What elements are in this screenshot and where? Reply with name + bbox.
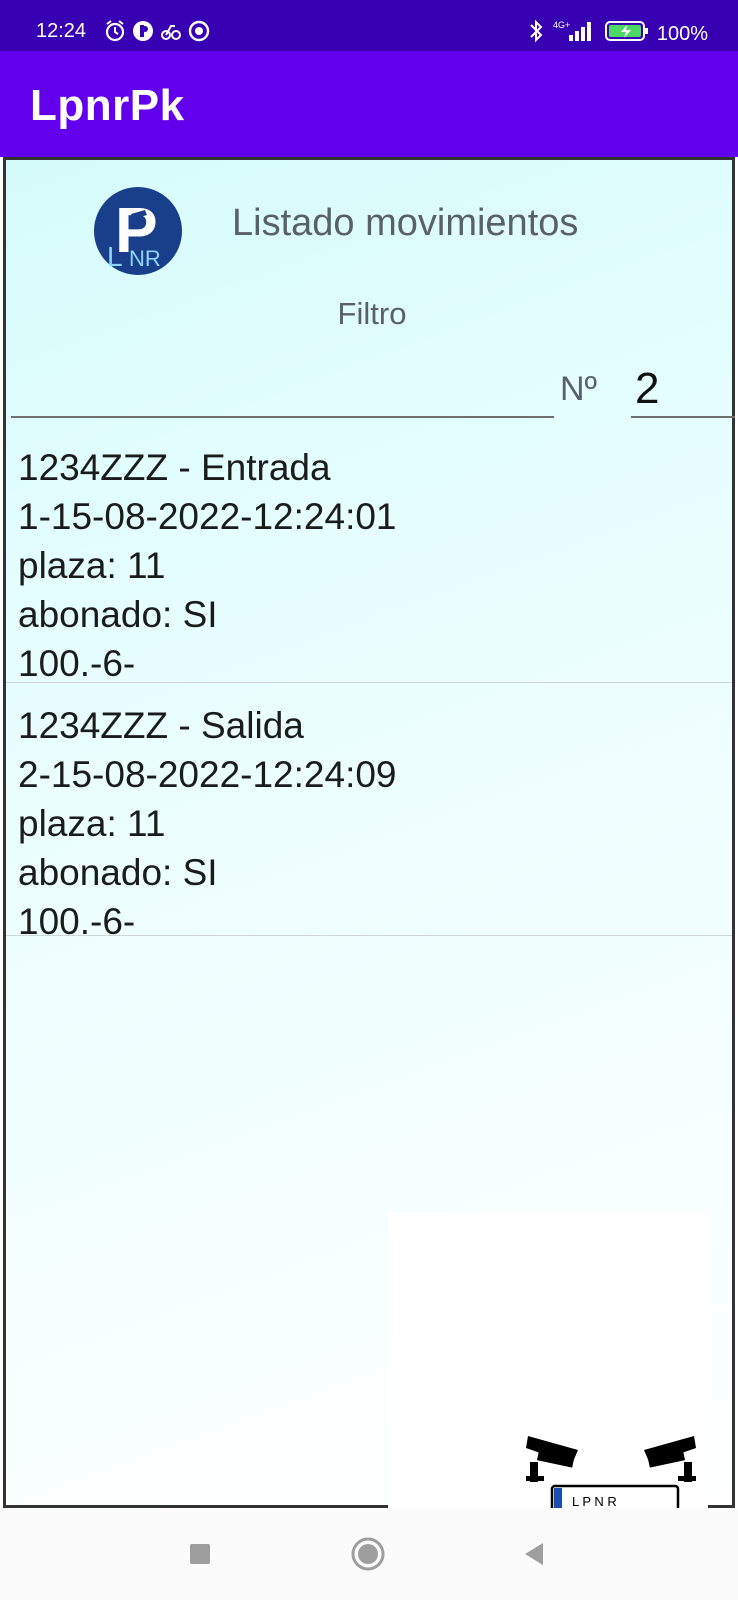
- filter-input[interactable]: [11, 358, 554, 418]
- recent-apps-button[interactable]: [182, 1536, 218, 1572]
- app-bar: LpnrPk: [0, 51, 738, 157]
- network-type: 4G+: [553, 20, 570, 30]
- battery-icon: [604, 19, 649, 49]
- app-title: LpnrPk: [30, 81, 185, 130]
- navigation-bar: [0, 1508, 738, 1600]
- list-item[interactable]: 1234ZZZ - Salida 2-15-08-2022-12:24:09 p…: [6, 683, 732, 942]
- app-notification-icon: [132, 20, 154, 42]
- movements-list: 1234ZZZ - Entrada 1-15-08-2022-12:24:01 …: [6, 425, 732, 942]
- content-area: P L NR Listado movimientos Filtro Nº 2 1…: [3, 157, 735, 1600]
- back-button[interactable]: [516, 1536, 552, 1572]
- status-bar: 12:24 4G+ 100%: [0, 0, 738, 51]
- screen-title: Listado movimientos: [232, 202, 579, 244]
- alarm-icon: [104, 20, 126, 42]
- battery-percent: 100%: [656, 22, 708, 45]
- movement-timestamp: 1-15-08-2022-12:24:01: [18, 496, 397, 537]
- camera-icon: [526, 1436, 578, 1482]
- movement-code: 100.-6-: [18, 901, 136, 942]
- bike-icon: [160, 20, 182, 42]
- movement-abonado: abonado: SI: [18, 852, 218, 893]
- status-right: 4G+ 100%: [527, 19, 708, 49]
- back-triangle-icon: [525, 1543, 543, 1565]
- number-label: Nº: [560, 370, 597, 408]
- movement-header: 1234ZZZ - Entrada: [18, 447, 331, 488]
- movement-abonado: abonado: SI: [18, 594, 218, 635]
- square-icon: [190, 1544, 210, 1564]
- plate-text: L P N R: [572, 1494, 617, 1509]
- circle-icon: [351, 1537, 385, 1571]
- movement-header: 1234ZZZ - Salida: [18, 705, 304, 746]
- movement-plaza: plaza: 11: [18, 803, 166, 844]
- location-target-icon: [188, 20, 210, 42]
- status-time: 12:24: [36, 20, 87, 42]
- filter-label: Filtro: [337, 296, 407, 331]
- bluetooth-icon: [527, 19, 545, 49]
- svg-text:L: L: [107, 241, 123, 272]
- movement-timestamp: 2-15-08-2022-12:24:09: [18, 754, 397, 795]
- camera-icon: [644, 1436, 696, 1482]
- lpnr-logo: P L NR: [93, 186, 183, 276]
- movement-code: 100.-6-: [18, 643, 136, 684]
- signal-icon: 4G+: [553, 19, 597, 49]
- svg-text:NR: NR: [129, 246, 161, 271]
- notification-icons: [104, 20, 210, 42]
- number-input[interactable]: 2: [631, 358, 735, 418]
- list-item[interactable]: 1234ZZZ - Entrada 1-15-08-2022-12:24:01 …: [6, 425, 732, 684]
- home-button[interactable]: [350, 1536, 386, 1572]
- movement-plaza: plaza: 11: [18, 545, 166, 586]
